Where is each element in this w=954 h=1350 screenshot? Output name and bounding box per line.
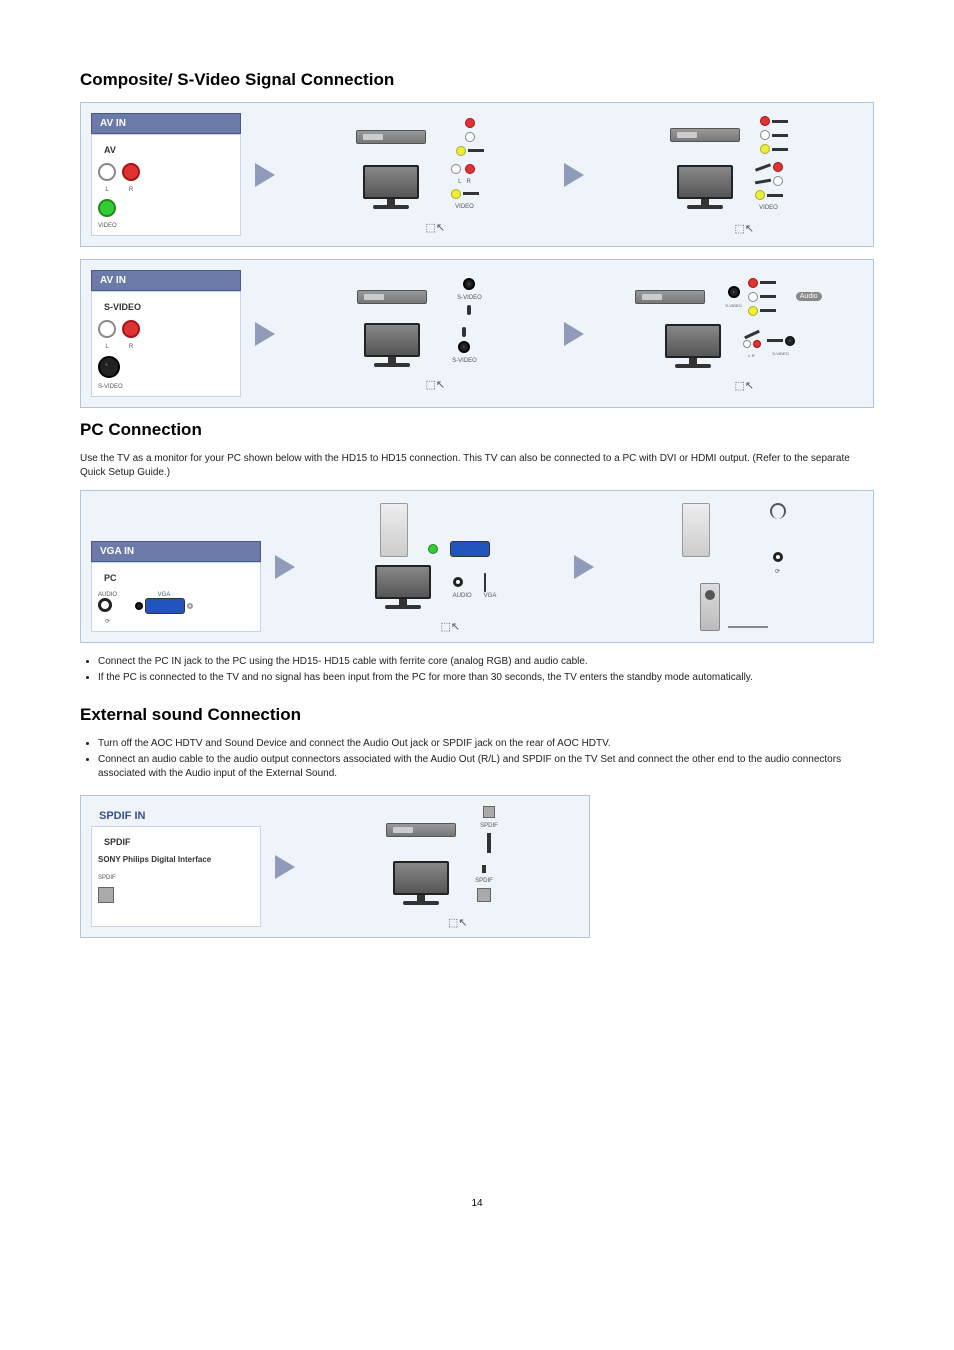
diagram-av-svideo: AV IN S-VIDEO L R S-VIDEO	[80, 259, 874, 408]
cursor-icon: ⬚↖	[426, 221, 446, 234]
plug-group-icon	[748, 278, 776, 316]
panel-subtitle-av: AV	[98, 141, 234, 157]
panel-subtitle-spdif: SPDIF	[98, 833, 254, 849]
tv-icon	[663, 324, 723, 368]
label-svideo: S-VIDEO	[98, 384, 234, 390]
tv-icon	[373, 565, 433, 609]
vga-port-icon	[450, 541, 490, 557]
plug-group-icon: L R	[743, 333, 761, 358]
sound-bullets: Turn off the AOC HDTV and Sound Device a…	[98, 737, 874, 781]
panel-subtitle-pc: PC	[98, 569, 254, 585]
tv-icon	[361, 165, 421, 209]
heading-external-sound: External sound Connection	[80, 705, 874, 725]
arrow-icon	[275, 555, 295, 579]
list-item: Connect an audio cable to the audio outp…	[98, 753, 874, 781]
plug-group-icon	[760, 116, 788, 154]
pc-bullets: Connect the PC IN jack to the PC using t…	[98, 655, 874, 685]
label-r: R	[122, 187, 140, 193]
speaker-icon	[700, 583, 720, 631]
list-item: Turn off the AOC HDTV and Sound Device a…	[98, 737, 874, 751]
jack-group-icon	[456, 118, 484, 156]
diagram-vga: VGA IN PC AUDIO ⟳ VGA	[80, 490, 874, 643]
panel-subtitle-svideo: S-VIDEO	[98, 298, 234, 314]
dvd-player-icon	[356, 130, 426, 144]
audio-jack-icon	[773, 552, 783, 562]
label-l: L	[98, 344, 116, 350]
cursor-icon: ⬚↖	[448, 916, 468, 929]
arrow-icon	[275, 855, 295, 879]
label-audio: AUDIO	[98, 592, 117, 598]
tv-icon	[391, 861, 451, 905]
vga-port-icon	[145, 598, 185, 614]
svideo-jack-icon	[98, 356, 120, 378]
jack-video-icon	[98, 199, 116, 217]
spdif-port-icon	[477, 888, 491, 902]
pc-description: Use the TV as a monitor for your PC show…	[80, 452, 874, 480]
spdif-fullname: SONY Philips Digital Interface	[98, 855, 254, 864]
cursor-icon: ⬚↖	[735, 379, 755, 392]
vga-port-icon	[484, 573, 486, 592]
arrow-icon	[564, 163, 584, 187]
svideo-conn-icon: S-VIDEO	[767, 336, 795, 356]
label-spdif: SPDIF	[98, 875, 254, 881]
arrow-icon	[255, 322, 275, 346]
list-item: Connect the PC IN jack to the PC using t…	[98, 655, 874, 669]
panel-title-avin2: AV IN	[91, 270, 241, 291]
diagram-av-composite: AV IN AV L R VIDEO	[80, 102, 874, 247]
heading-composite: Composite/ S-Video Signal Connection	[80, 70, 874, 90]
svideo-conn-icon: S-VIDEO	[452, 327, 477, 364]
headphone-icon	[770, 503, 786, 519]
plug-group-icon: VIDEO	[755, 162, 783, 211]
arrow-icon	[564, 322, 584, 346]
pc-tower-icon	[380, 503, 408, 557]
spdif-port-icon	[98, 887, 114, 903]
panel-title-vga: VGA IN	[91, 541, 261, 562]
page-number: 14	[80, 1198, 874, 1209]
svideo-conn-icon: S-VIDEO	[725, 286, 741, 308]
pc-tower-icon	[682, 503, 710, 557]
dvd-player-icon	[386, 823, 456, 837]
list-item: If the PC is connected to the TV and no …	[98, 671, 874, 685]
arrow-icon	[255, 163, 275, 187]
panel-title-avin1: AV IN	[91, 113, 241, 134]
heading-pc: PC Connection	[80, 420, 874, 440]
label-video: VIDEO	[98, 223, 234, 229]
arrow-icon	[574, 555, 594, 579]
cursor-icon: ⬚↖	[441, 620, 461, 633]
tv-icon	[362, 323, 422, 367]
dvd-player-icon	[357, 290, 427, 304]
svideo-conn-icon: S-VIDEO	[457, 278, 482, 315]
diagram-spdif: SPDIF IN SPDIF SONY Philips Digital Inte…	[80, 795, 590, 938]
panel-title-spdif: SPDIF IN	[91, 806, 261, 826]
audio-tag: Audio	[796, 292, 822, 301]
tv-icon	[675, 165, 735, 209]
jack-group-icon: L R VIDEO	[451, 164, 479, 210]
dvd-player-icon	[635, 290, 705, 304]
jack-l-icon	[98, 320, 116, 338]
jack-r-icon	[122, 163, 140, 181]
cursor-icon: ⬚↖	[426, 378, 446, 391]
audio-out-icon	[428, 544, 438, 554]
jack-l-icon	[98, 163, 116, 181]
spdif-port-icon	[483, 806, 495, 818]
jack-r-icon	[122, 320, 140, 338]
cursor-icon: ⬚↖	[735, 222, 755, 235]
label-r: R	[122, 344, 140, 350]
dvd-player-icon	[670, 128, 740, 142]
audio-jack-icon	[98, 598, 112, 612]
audio-jack-icon	[453, 577, 463, 587]
label-l: L	[98, 187, 116, 193]
